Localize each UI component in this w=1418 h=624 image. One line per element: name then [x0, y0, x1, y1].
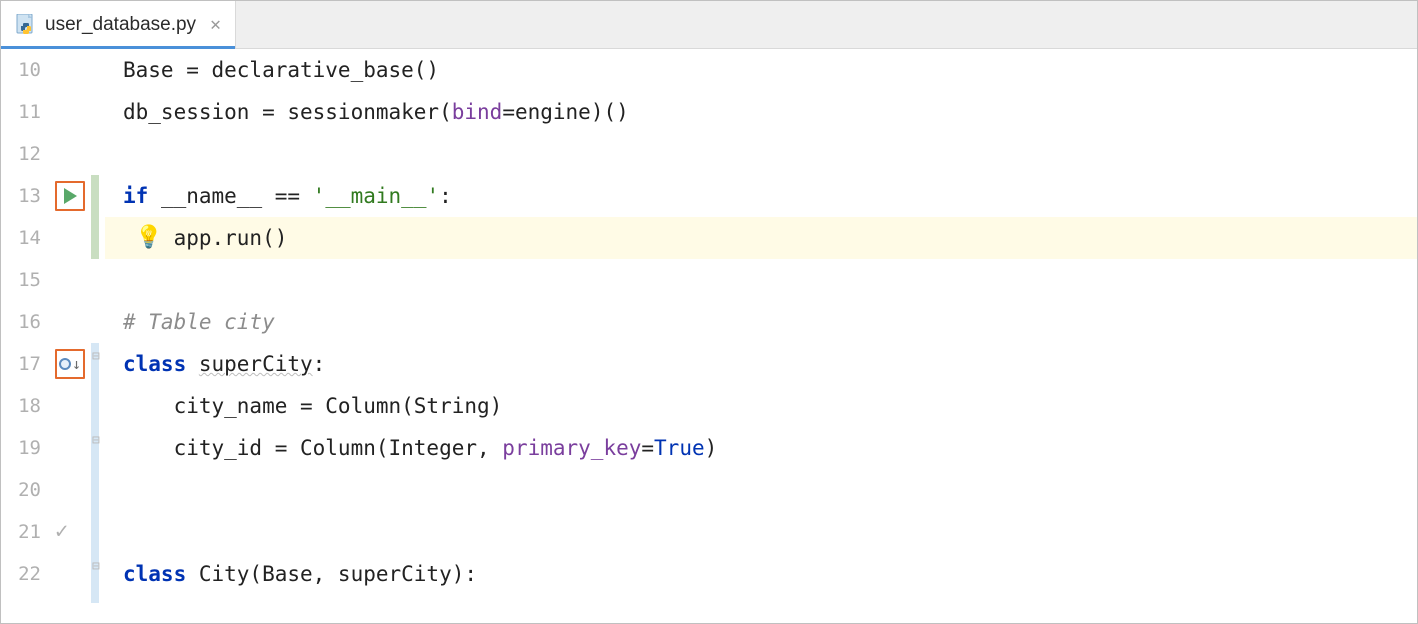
gutter-icons: ↓ ✓: [51, 49, 91, 623]
line-number: 18: [1, 395, 51, 417]
line-number: 14: [1, 227, 51, 249]
code-line[interactable]: class City(Base, superCity):: [105, 562, 477, 586]
code-line[interactable]: [105, 268, 136, 292]
line-number: 19: [1, 437, 51, 459]
code-line[interactable]: [105, 520, 136, 544]
code-line[interactable]: # Table city: [105, 310, 275, 334]
python-file-icon: [15, 14, 37, 36]
close-icon[interactable]: ✕: [210, 14, 221, 35]
code-line[interactable]: city_name = Column(String): [105, 394, 502, 418]
line-number: 15: [1, 269, 51, 291]
fold-icon[interactable]: ⊟: [92, 559, 100, 574]
gutter-line-numbers: 10 11 12 13 14 15 16 17 18 19 20 21 22: [1, 49, 51, 623]
code-line[interactable]: class superCity:: [105, 352, 325, 376]
code-area[interactable]: Base = declarative_base() db_session = se…: [105, 49, 1417, 623]
change-marker: [91, 175, 99, 259]
code-line[interactable]: db_session = sessionmaker(bind=engine)(): [105, 100, 629, 124]
tab-user-database[interactable]: user_database.py ✕: [1, 1, 236, 48]
run-gutter-icon[interactable]: [55, 181, 85, 211]
code-line[interactable]: Base = declarative_base(): [105, 58, 439, 82]
gutter-change-bar: ⊟ ⊟ ⊟: [91, 49, 105, 623]
code-line[interactable]: city_id = Column(Integer, primary_key=Tr…: [105, 436, 717, 460]
navigate-gutter-icon[interactable]: ↓: [55, 349, 85, 379]
line-number: 10: [1, 59, 51, 81]
line-number: 20: [1, 479, 51, 501]
code-line[interactable]: app.run(): [105, 226, 287, 250]
fold-end-icon[interactable]: ⊟: [92, 433, 100, 448]
code-line[interactable]: if __name__ == '__main__':: [105, 184, 452, 208]
line-number: 17: [1, 353, 51, 375]
code-line[interactable]: [105, 142, 136, 166]
play-icon: [64, 188, 77, 204]
line-number: 11: [1, 101, 51, 123]
line-number: 13: [1, 185, 51, 207]
line-number: 21: [1, 521, 51, 543]
lightbulb-icon[interactable]: 💡: [135, 225, 162, 250]
fold-icon[interactable]: ⊟: [92, 349, 100, 364]
code-line[interactable]: [105, 478, 136, 502]
override-down-icon: ↓: [59, 357, 81, 372]
line-number: 22: [1, 563, 51, 585]
checkmark-icon: ✓: [55, 519, 68, 544]
code-editor[interactable]: 10 11 12 13 14 15 16 17 18 19 20 21 22 ↓ ✓ ⊟ ⊟ ⊟ Bas…: [1, 49, 1417, 623]
editor-frame: user_database.py ✕ 10 11 12 13 14 15 16 17 18 19 2…: [0, 0, 1418, 624]
tab-bar: user_database.py ✕: [1, 1, 1417, 49]
line-number: 12: [1, 143, 51, 165]
line-number: 16: [1, 311, 51, 333]
tab-filename: user_database.py: [45, 14, 196, 36]
